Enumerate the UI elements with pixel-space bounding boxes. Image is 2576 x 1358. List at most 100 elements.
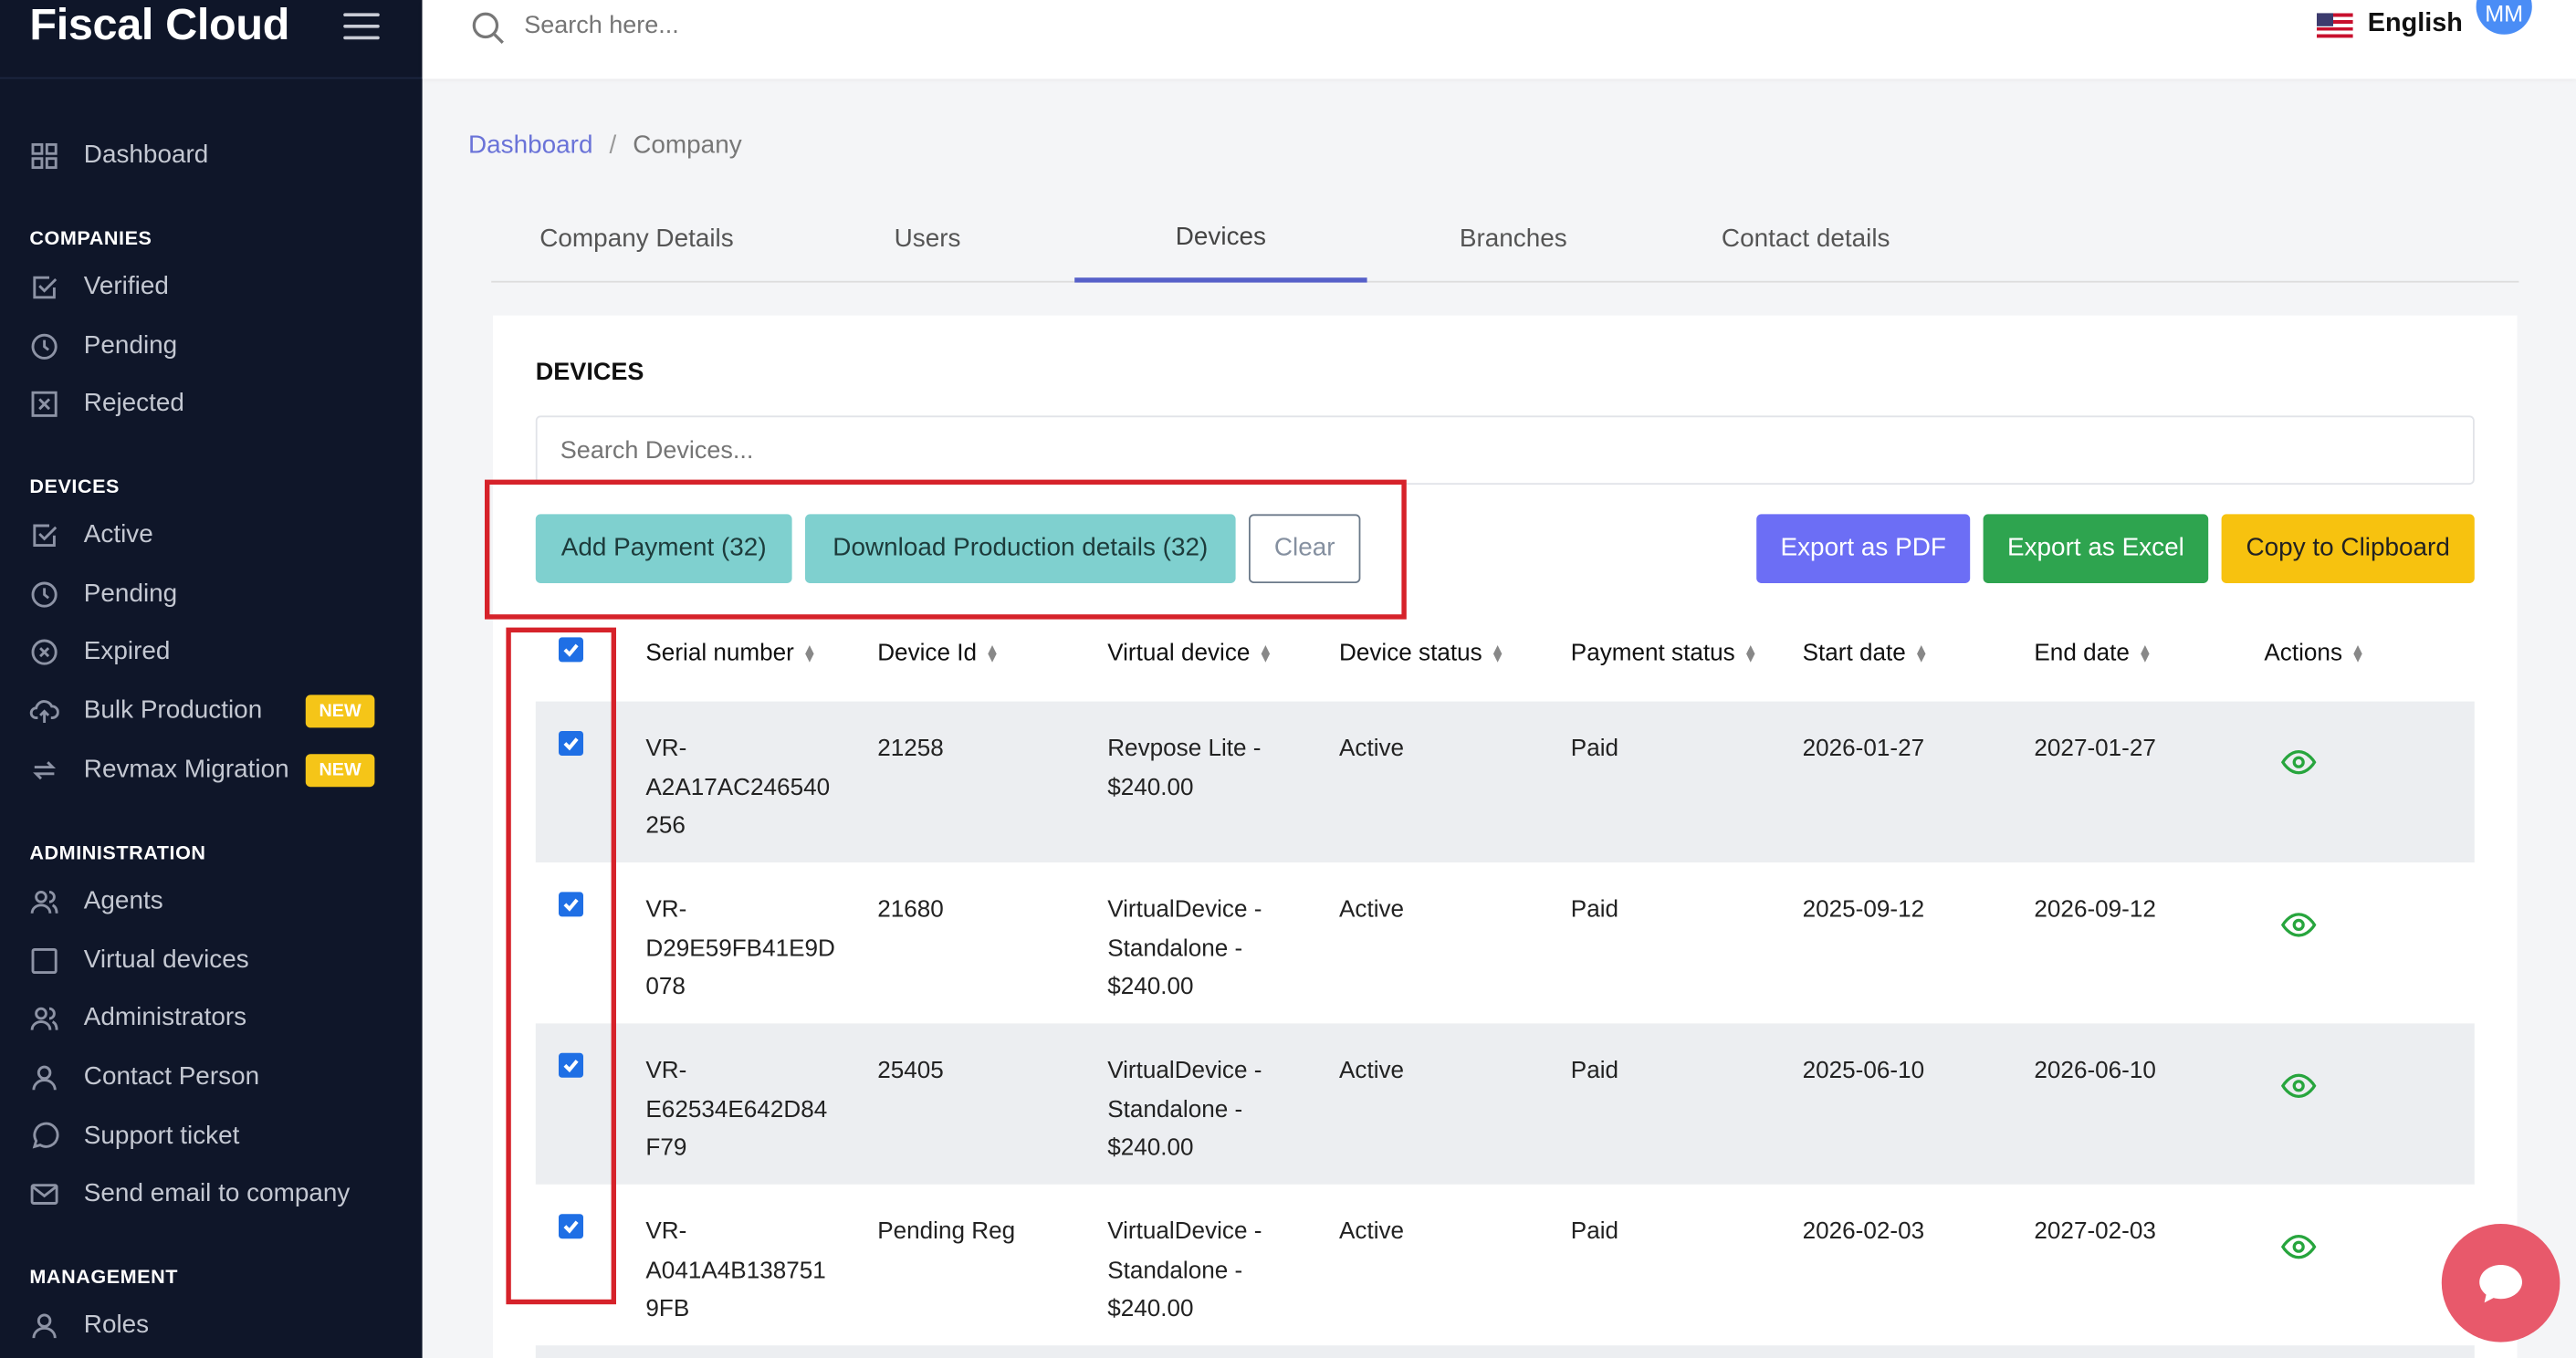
column-header-payment-status[interactable]: Payment status ▲ ▼ [1571, 641, 1758, 667]
serial-cell: VR- A2A17AC246540 256 [645, 731, 830, 847]
view-eye-icon[interactable] [2280, 1068, 2317, 1104]
grid-icon [29, 141, 58, 171]
tab-branches[interactable]: Branches [1367, 197, 1660, 283]
sidebar-item-devices-pending[interactable]: Pending [29, 575, 177, 614]
sidebar-item-companies-pending[interactable]: Pending [29, 327, 177, 366]
payment-status-cell: Paid [1570, 1058, 1619, 1084]
serial-line: 078 [645, 974, 686, 1001]
virtual-line: $240.00 [1107, 1296, 1194, 1322]
view-eye-icon[interactable] [2280, 744, 2317, 780]
serial-cell: VR- D29E59FB41E9D 078 [645, 892, 834, 1008]
virtual-line: VirtualDevice - [1107, 1058, 1262, 1084]
sidebar-item-contact-person[interactable]: Contact Person [29, 1058, 259, 1097]
sidebar-item-administrators[interactable]: Administrators [29, 998, 246, 1038]
clock-icon [29, 332, 58, 361]
sidebar-item-dashboard[interactable]: Dashboard [29, 136, 208, 175]
sidebar-item-label: Pending [83, 331, 178, 360]
device-id-cell: Pending Reg [877, 1218, 1016, 1246]
device-status-cell: Active [1339, 736, 1405, 763]
sidebar-item-label: Virtual devices [83, 945, 249, 975]
column-header-actions[interactable]: Actions ▲ ▼ [2264, 641, 2365, 667]
sidebar-item-expired[interactable]: Expired [29, 632, 170, 672]
serial-line: 9FB [645, 1296, 690, 1322]
add-payment-button[interactable]: Add Payment (32) [535, 514, 792, 583]
global-search-input[interactable] [524, 11, 1182, 40]
table-row: VR- A041A4B138751 9FB Pending Reg VirtualD… [536, 1185, 2475, 1345]
virtual-device-cell: VirtualDevice - Standalone - $240.00 [1107, 1214, 1262, 1330]
column-header-start-date[interactable]: Start date ▲ ▼ [1803, 641, 1929, 667]
tab-users[interactable]: Users [782, 197, 1073, 283]
view-eye-icon[interactable] [2280, 907, 2317, 944]
sidebar-item-label: Send email to company [83, 1179, 351, 1207]
column-header-end-date[interactable]: End date ▲ ▼ [2034, 641, 2152, 667]
row-checkbox[interactable] [559, 731, 583, 756]
end-date-cell: 2026-09-12 [2034, 896, 2156, 924]
sidebar-item-bulk-production[interactable]: Bulk Production [29, 692, 262, 731]
sidebar-item-revmax-migration[interactable]: Revmax Migration [29, 751, 289, 790]
serial-line: VR- [645, 896, 687, 924]
row-checkbox[interactable] [559, 892, 583, 917]
start-date-cell: 2026-02-03 [1802, 1218, 1925, 1246]
users-icon [29, 1004, 58, 1033]
column-label: Virtual device [1107, 641, 1251, 667]
menu-toggle-icon[interactable] [343, 12, 380, 39]
row-checkbox[interactable] [559, 1052, 583, 1078]
check-square-icon [29, 521, 58, 550]
serial-line: D29E59FB41E9D [645, 935, 835, 962]
device-search-input[interactable] [535, 415, 2475, 485]
breadcrumb-dashboard-link[interactable]: Dashboard [468, 131, 592, 161]
device-id-cell: 21258 [877, 736, 944, 763]
sidebar-item-active[interactable]: Active [29, 516, 153, 555]
breadcrumb-current: Company [633, 131, 742, 160]
language-selector[interactable]: English [2317, 10, 2463, 39]
new-badge: NEW [305, 754, 375, 788]
virtual-line: VirtualDevice - [1107, 1218, 1262, 1246]
virtual-line: Standalone - [1107, 1096, 1243, 1123]
clear-button[interactable]: Clear [1249, 514, 1361, 583]
column-header-virtual-device[interactable]: Virtual device ▲ ▼ [1107, 641, 1272, 667]
virtual-device-cell: VirtualDevice - Standalone - $240.00 [1107, 1053, 1262, 1169]
tab-company-details[interactable]: Company Details [491, 197, 782, 283]
tab-devices[interactable]: Devices [1074, 197, 1367, 283]
device-id-cell: 25405 [877, 1058, 944, 1084]
virtual-line: Standalone - [1107, 935, 1243, 962]
sidebar-item-label: Bulk Production [83, 696, 263, 725]
brand-bar: Fiscal Cloud [0, 0, 423, 79]
chat-widget-button[interactable] [2441, 1224, 2560, 1342]
sidebar-item-send-email[interactable]: Send email to company [29, 1175, 350, 1214]
us-flag-icon [2317, 12, 2353, 37]
row-checkbox[interactable] [559, 1214, 583, 1239]
sidebar-item-support-ticket[interactable]: Support ticket [29, 1117, 239, 1156]
select-all-checkbox[interactable] [559, 637, 583, 663]
column-header-device-id[interactable]: Device Id ▲ ▼ [877, 641, 1000, 667]
sidebar-item-virtual-devices[interactable]: Virtual devices [29, 941, 249, 980]
sidebar-item-rejected[interactable]: Rejected [29, 384, 184, 423]
sidebar-item-verified[interactable]: Verified [29, 267, 169, 307]
copy-clipboard-button[interactable]: Copy to Clipboard [2221, 514, 2475, 583]
sidebar-item-label: Active [83, 520, 153, 549]
search-icon[interactable] [470, 10, 507, 47]
table-row: VR- A2A17AC246540 256 21258 Revpose Lite -… [535, 701, 2475, 862]
column-label: Device Id [877, 641, 978, 667]
download-production-button[interactable]: Download Production details (32) [805, 514, 1236, 583]
export-excel-button[interactable]: Export as Excel [1983, 514, 2209, 583]
end-date-cell: 2026-06-10 [2034, 1058, 2156, 1084]
chat-bubble-icon [2479, 1265, 2522, 1303]
virtual-line: $240.00 [1107, 774, 1194, 801]
avatar[interactable]: MM [2476, 0, 2532, 35]
column-header-serial[interactable]: Serial number ▲ ▼ [645, 641, 817, 667]
tab-contact-details[interactable]: Contact details [1660, 197, 1952, 283]
sidebar-item-label: Contact Person [83, 1062, 260, 1092]
sidebar-item-agents[interactable]: Agents [29, 883, 163, 922]
user-icon [29, 1311, 58, 1340]
payment-status-cell: Paid [1570, 896, 1619, 924]
sidebar-item-roles[interactable]: Roles [29, 1306, 149, 1345]
x-square-icon [29, 390, 58, 419]
sort-icon: ▲ ▼ [1913, 641, 1929, 665]
export-pdf-button[interactable]: Export as PDF [1756, 514, 1971, 583]
view-eye-icon[interactable] [2280, 1228, 2317, 1265]
column-header-device-status[interactable]: Device status ▲ ▼ [1339, 641, 1505, 667]
sort-icon: ▲ ▼ [2351, 641, 2366, 665]
language-label: English [2367, 9, 2463, 38]
device-id-cell: 21680 [877, 896, 944, 924]
